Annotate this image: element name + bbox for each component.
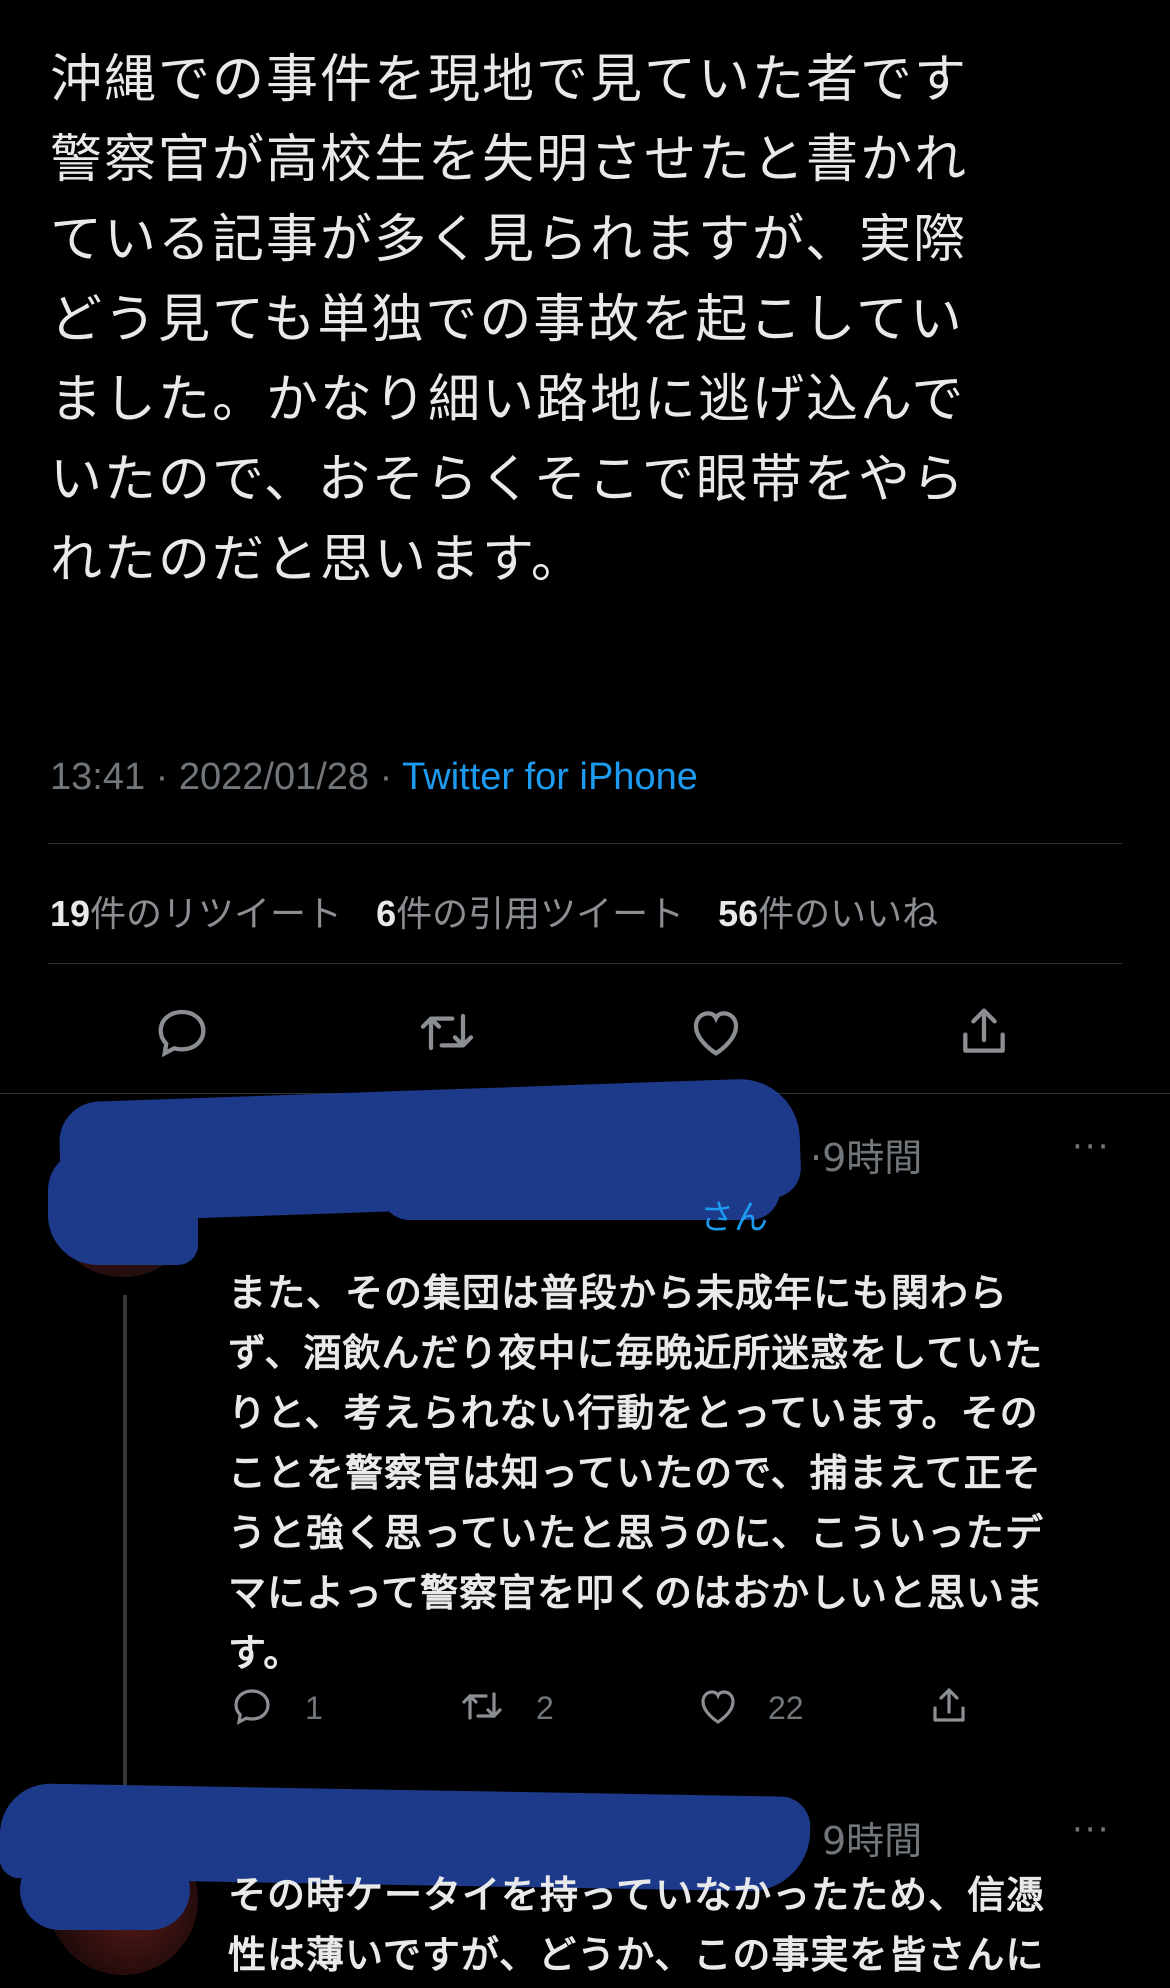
reply-time: ·9時間 [810,1136,923,1180]
thread-line [123,1295,127,1795]
reply-count: 1 [305,1690,323,1726]
tweet-source-link[interactable]: Twitter for iPhone [402,756,698,798]
meta-separator: · [145,756,179,798]
reply-to-label[interactable]: さん [700,1190,768,1239]
meta-separator: · [369,756,403,798]
quotes-stat[interactable]: 6件の引用ツイート [376,893,685,935]
likes-label: 件のいいね [758,894,939,935]
divider [48,963,1122,964]
reply-text: また、その集団は普段から未成年にも関わら ず、酒飲んだり夜中に毎晩近所迷惑をして… [228,1271,1044,1675]
reply-icon[interactable] [150,1000,214,1064]
retweet-count: 2 [536,1690,554,1726]
like-icon[interactable] [694,1682,742,1730]
likes-count: 56 [718,893,759,934]
more-icon[interactable]: ··· [1072,1127,1110,1167]
tweet-time: 13:41 [50,756,146,798]
tweet-text: 沖縄での事件を現地で見ていた者です 警察官が高校生を失明させたと書かれ ている記… [50,50,969,590]
divider [48,843,1122,844]
retweets-label: 件のリツイート [90,894,343,935]
share-icon[interactable] [925,1682,973,1730]
tweet-stats: 19件のリツイート 6件の引用ツイート 56件のいいね [50,885,938,937]
reply-icon[interactable] [228,1682,276,1730]
like-count: 22 [768,1690,804,1726]
share-icon[interactable] [952,1000,1016,1064]
retweets-stat[interactable]: 19件のリツイート [50,893,343,935]
quotes-count: 6 [376,893,397,934]
reply-time: 9時間 [822,1819,923,1863]
tweet-date: 2022/01/28 [178,756,370,798]
retweets-count: 19 [50,893,91,934]
tweet-meta: 13:41 · 2022/01/28 · Twitter for iPhone [50,756,698,799]
retweet-icon[interactable] [415,1000,479,1064]
likes-stat[interactable]: 56件のいいね [718,893,939,935]
retweet-icon[interactable] [458,1682,506,1730]
reply-text: その時ケータイを持っていなかったため、信憑 性は薄いですが、どうか、この事実を皆… [228,1873,1046,1977]
quotes-label: 件の引用ツイート [396,894,685,935]
redaction-mark [48,1150,198,1265]
more-icon[interactable]: ··· [1072,1810,1110,1850]
redaction-mark [20,1850,190,1930]
like-icon[interactable] [684,1000,748,1064]
